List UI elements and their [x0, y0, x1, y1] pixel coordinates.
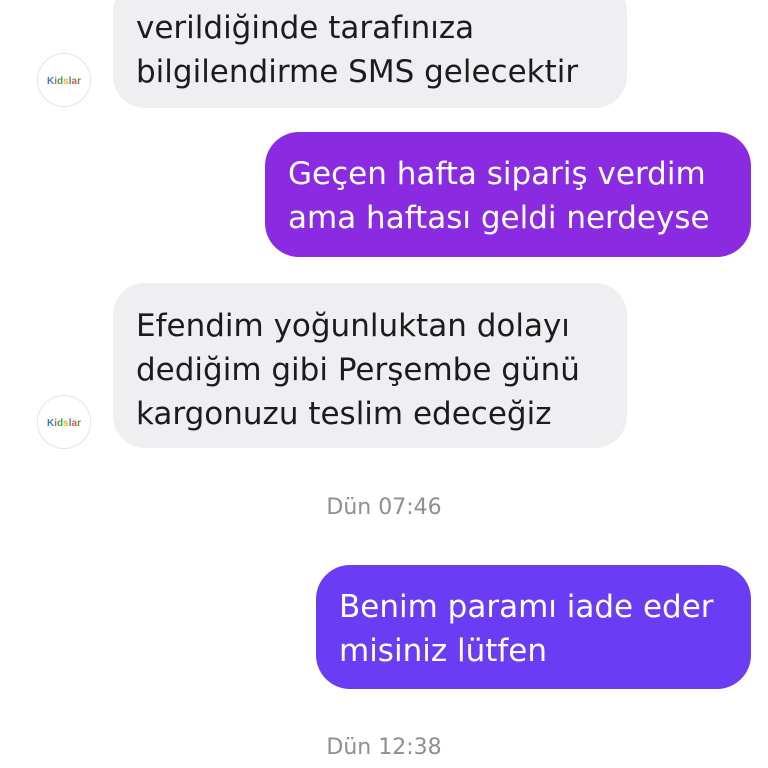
message-line: kargonuzu teslim edeceğiz	[136, 396, 552, 432]
message-line: misiniz lütfen	[339, 633, 548, 669]
incoming-message-bubble[interactable]: verildiğinde tarafınıza bilgilendirme SM…	[113, 0, 627, 108]
message-timestamp: Dün 07:46	[326, 495, 442, 520]
sender-avatar[interactable]: Kidslar	[37, 53, 91, 107]
message-line: dediğim gibi Perşembe günü	[136, 352, 580, 388]
message-line: Benim paramı iade eder	[339, 589, 714, 625]
sender-avatar[interactable]: Kidslar	[37, 395, 91, 449]
message-line: bilgilendirme SMS gelecektir	[136, 54, 579, 90]
kidslar-logo-icon: Kidslar	[47, 76, 81, 87]
svg-text:Kidslar: Kidslar	[47, 76, 81, 87]
message-line: Efendim yoğunluktan dolayı	[136, 308, 570, 344]
outgoing-message-bubble[interactable]: Benim paramı iade eder misiniz lütfen	[316, 565, 751, 689]
incoming-message-bubble[interactable]: Efendim yoğunluktan dolayı dediğim gibi …	[113, 283, 627, 448]
message-line: verildiğinde tarafınıza	[136, 10, 475, 46]
chat-thread: verildiğinde tarafınıza bilgilendirme SM…	[0, 0, 768, 768]
svg-text:Kidslar: Kidslar	[47, 418, 81, 429]
kidslar-logo-icon: Kidslar	[47, 418, 81, 429]
message-line: ama haftası geldi nerdeyse	[288, 200, 710, 236]
outgoing-message-bubble[interactable]: Geçen hafta sipariş verdim ama haftası g…	[265, 132, 751, 257]
message-line: Geçen hafta sipariş verdim	[288, 156, 706, 192]
message-timestamp: Dün 12:38	[326, 735, 442, 760]
